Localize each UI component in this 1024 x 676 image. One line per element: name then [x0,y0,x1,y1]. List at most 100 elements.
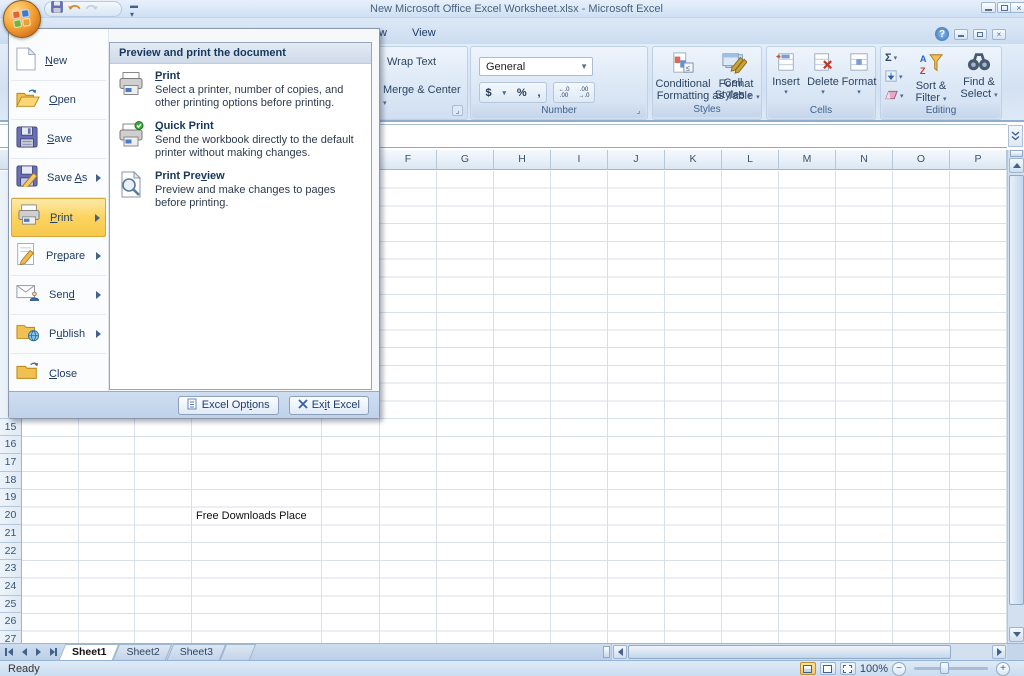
horizontal-scroll-thumb[interactable] [628,645,951,659]
previous-sheet-button[interactable] [18,646,30,659]
customize-qat-button[interactable]: ▬▾ [126,3,142,16]
help-button[interactable]: ? [935,27,949,41]
comma-format-button[interactable]: , [537,87,540,99]
last-sheet-button[interactable] [46,646,58,659]
minimize-button[interactable] [981,2,996,13]
menu-item-publish[interactable]: Publish [11,315,106,354]
workbook-minimize-button[interactable] [954,29,968,40]
sheet-tab[interactable]: Sheet1 [62,644,116,660]
column-header[interactable]: M [779,150,836,170]
triangle-right-icon [50,648,55,656]
menu-item-prepare[interactable]: Prepare [11,237,106,276]
scroll-down-button[interactable] [1009,627,1024,642]
workbook-close-button[interactable]: × [992,29,1006,40]
column-header[interactable]: I [551,150,608,170]
row-header[interactable]: 16 [0,436,21,454]
column-header[interactable]: H [494,150,551,170]
page-layout-view-button[interactable] [820,662,836,675]
row-header[interactable]: 23 [0,560,21,578]
find-select-button[interactable]: Find & Select ▾ [957,49,1001,100]
scroll-right-button[interactable] [992,645,1006,659]
increase-decimal-icon[interactable]: ←.0.00 [554,83,574,102]
row-header[interactable]: 25 [0,596,21,614]
horizontal-split-handle[interactable] [603,646,610,658]
alignment-dialog-launcher[interactable]: ⌟ [452,105,463,116]
percent-format-button[interactable]: % [517,87,527,99]
fill-button[interactable]: ▾ [885,69,904,85]
close-button[interactable]: × [1010,2,1024,13]
menu-item-save[interactable]: Save [11,120,106,159]
submenu-item-print[interactable]: Print Select a printer, number of copies… [110,64,371,114]
office-button[interactable] [3,0,41,38]
column-header[interactable]: L [722,150,779,170]
expand-formula-bar-button[interactable] [1008,125,1023,147]
first-sheet-button[interactable] [4,646,16,659]
wrap-text-button[interactable]: Wrap Text [387,56,436,68]
horizontal-scrollbar[interactable] [611,644,1007,660]
column-header[interactable]: K [665,150,722,170]
menu-item-save-as[interactable]: Save As [11,159,106,198]
sheet-tab[interactable]: Sheet3 [170,644,223,660]
autosum-button[interactable]: Σ▾ [885,50,904,66]
decrease-decimal-icon[interactable]: .00→.0 [574,83,594,102]
delete-cells-button[interactable]: Delete ▾ [805,49,841,96]
number-dialog-launcher[interactable]: ⌟ [633,106,644,117]
column-header[interactable]: N [836,150,893,170]
cell-value-d20[interactable]: Free Downloads Place [196,510,307,522]
column-header[interactable]: O [893,150,950,170]
row-header[interactable]: 24 [0,578,21,596]
column-header[interactable]: P [950,150,1007,170]
number-buttons: $ ▾ % , [479,82,547,103]
zoom-out-button[interactable]: − [892,662,906,676]
scroll-up-button[interactable] [1009,158,1024,173]
clear-button[interactable]: ▾ [885,88,904,104]
save-quick-icon[interactable] [51,0,63,18]
row-header[interactable]: 19 [0,489,21,507]
column-header[interactable]: J [608,150,665,170]
zoom-in-button[interactable]: + [996,662,1010,676]
insert-worksheet-tab[interactable] [223,644,253,660]
menu-item-open[interactable]: Open [11,81,106,120]
format-cells-button[interactable]: Format ▾ [841,49,877,96]
tab-review-fragment[interactable]: w [379,27,387,39]
row-header[interactable]: 26 [0,613,21,631]
scroll-left-button[interactable] [613,645,627,659]
menu-item-close[interactable]: Close [11,354,106,393]
zoom-slider[interactable] [914,667,988,670]
workbook-restore-button[interactable] [973,29,987,40]
zoom-slider-thumb[interactable] [940,662,949,674]
menu-item-new[interactable]: New [11,42,106,81]
row-header[interactable]: 22 [0,543,21,561]
exit-excel-button[interactable]: Exit Excel [289,396,369,415]
redo-icon[interactable] [85,0,99,18]
cell-styles-button[interactable]: Cell Styles ▾ [708,48,758,101]
column-header[interactable]: F [380,150,437,170]
next-sheet-button[interactable] [32,646,44,659]
menu-item-print[interactable]: Print [11,198,106,237]
row-header[interactable]: 27 [0,631,21,643]
currency-format-button[interactable]: $ [485,87,491,99]
zoom-level[interactable]: 100% [860,663,888,675]
number-format-select[interactable]: General▼ [479,57,593,76]
vertical-scroll-thumb[interactable] [1009,175,1024,605]
sort-filter-button[interactable]: AZ Sort & Filter ▾ [907,49,955,104]
row-header[interactable]: 18 [0,472,21,490]
excel-options-button[interactable]: Excel Options [178,396,279,415]
row-header[interactable]: 15 [0,419,21,437]
tab-view[interactable]: View [400,24,448,42]
column-header[interactable]: G [437,150,494,170]
normal-view-button[interactable] [800,662,816,675]
undo-icon[interactable] [67,0,81,18]
row-header[interactable]: 17 [0,454,21,472]
submenu-item-print-preview[interactable]: Print Preview Preview and make changes t… [110,164,371,214]
page-break-view-button[interactable] [840,662,856,675]
row-header[interactable]: 21 [0,525,21,543]
vertical-scrollbar[interactable] [1007,150,1024,643]
close-icon: × [1016,3,1021,13]
insert-cells-button[interactable]: Insert ▾ [767,49,805,96]
sheet-tab[interactable]: Sheet2 [116,644,169,660]
submenu-item-quick-print[interactable]: Quick Print Send the workbook directly t… [110,114,371,164]
row-header[interactable]: 20 [0,507,21,525]
menu-item-send[interactable]: Send [11,276,106,315]
vertical-split-handle[interactable] [1010,150,1023,157]
